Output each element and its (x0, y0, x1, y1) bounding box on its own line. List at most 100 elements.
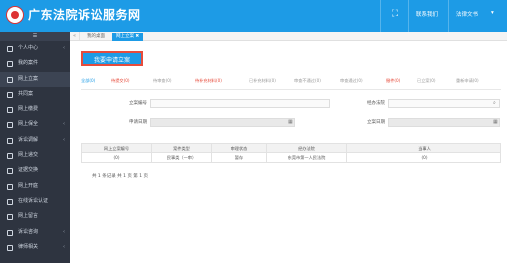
tab-online-filing[interactable]: 网上立案 ✖ (112, 33, 144, 41)
divider (81, 89, 501, 90)
court-logo-icon (6, 6, 24, 24)
menu-item-icon (7, 168, 13, 175)
sidebar-toggle[interactable]: ☰ (0, 32, 70, 41)
header-divider (448, 0, 449, 32)
chevron-icon: ‹ (63, 136, 65, 143)
sidebar-item-label: 网上立案 (18, 75, 39, 82)
calendar-icon[interactable]: ▦ (493, 118, 498, 127)
court-label: 经办法院 (367, 101, 385, 106)
submit-date-input[interactable] (388, 118, 500, 127)
sidebar-item[interactable]: 网上保全 ‹ (0, 117, 70, 132)
case-no-label: 立案编号 (129, 101, 147, 106)
sidebar: ☰ 个人中心 ‹ 我的案件网上立案共同案网上缴费网上保全 ‹ 诉讼调解 ‹ 网上递交证据交换… (0, 32, 70, 263)
status-filter-tab[interactable]: 已立案(0) (417, 76, 436, 86)
sidebar-item[interactable]: 网上缴费 (0, 102, 70, 117)
tab-scroll-left-icon[interactable]: « (70, 32, 80, 41)
legal-docs-link[interactable]: 法律文书 (456, 10, 478, 18)
sidebar-item-label: 我的案件 (18, 60, 39, 67)
chevron-icon: ‹ (63, 45, 65, 51)
status-filter-tab[interactable]: 待补充材料(0) (195, 76, 222, 86)
sidebar-item-label: 个人中心 (18, 45, 39, 51)
table-cell: (0) (421, 155, 428, 160)
sidebar-item[interactable]: 共同案 (0, 87, 70, 102)
table-cell: 民事类（一审） (152, 153, 212, 162)
column-header: 经办法院 (267, 144, 347, 152)
status-filter-tab[interactable]: 全部(0) (81, 76, 95, 86)
menu-item-icon (7, 107, 13, 114)
sidebar-item[interactable]: 个人中心 ‹ (0, 41, 70, 56)
header-divider (380, 0, 381, 32)
table-row[interactable]: (0) 民事类（一审） 暂存 东莞市第一人民法院 (0) (81, 153, 501, 163)
main-content: 我要申请立案 全部(0) 待提交(0) 待审查(0) 待补充材料(0) 已补充材料(0)… (70, 41, 507, 263)
table-header: 网上立案编号 案件类型 审理状态 经办法院 当事人 (81, 143, 501, 153)
court-input[interactable] (388, 99, 500, 108)
pagination-info: 共 1 条记录 共 1 页 第 1 页 (92, 174, 149, 179)
sidebar-item-label: 共同案 (18, 90, 34, 97)
sidebar-item-label: 证据交换 (18, 167, 39, 174)
menu-item-icon (7, 183, 13, 190)
chevron-icon: ‹ (63, 243, 65, 250)
chevron-icon: ‹ (63, 121, 65, 128)
status-filter-tab[interactable]: 重新申请(0) (456, 76, 479, 86)
app-header: 广东法院诉讼服务网 ⛶ 联系我们 法律文书 ▾ (0, 0, 507, 32)
column-header: 网上立案编号 (82, 144, 152, 152)
search-icon[interactable]: ⌕ (493, 99, 496, 108)
menu-item-icon (7, 198, 13, 205)
sidebar-item-label: 在线诉讼认证 (18, 197, 49, 204)
menu-item-icon (7, 76, 13, 83)
sidebar-item-label: 网上缴费 (18, 106, 39, 113)
apply-filing-button[interactable]: 我要申请立案 (81, 51, 143, 66)
tab-bar: « 我的桌面 网上立案 ✖ (70, 32, 507, 41)
sidebar-item[interactable]: 网上递交 (0, 148, 70, 163)
sidebar-item[interactable]: 我的案件 (0, 56, 70, 71)
sidebar-item[interactable]: 网上开庭 (0, 179, 70, 194)
sidebar-item-label: 网上保全 (18, 121, 39, 128)
app-title: 广东法院诉讼服务网 (28, 8, 141, 22)
sidebar-item[interactable]: 证据交换 (0, 163, 70, 178)
menu-item-icon (7, 137, 13, 144)
column-header: 审理状态 (212, 144, 267, 152)
column-header: 当事人 (418, 146, 431, 151)
dropdown-icon[interactable]: ▾ (491, 10, 494, 16)
menu-item-icon (7, 122, 13, 129)
sidebar-item[interactable]: 诉讼调解 ‹ (0, 133, 70, 148)
sidebar-item-label: 网上开庭 (18, 182, 39, 189)
sidebar-item-label: 网上留言 (18, 213, 39, 220)
fullscreen-icon[interactable]: ⛶ (389, 8, 401, 20)
menu-item-icon (7, 91, 13, 98)
submit-date-label: 立案日期 (367, 120, 385, 125)
tab-desktop[interactable]: 我的桌面 (83, 33, 109, 41)
table-cell: (0) (82, 153, 152, 162)
sidebar-item[interactable]: 诉讼咨询 ‹ (0, 225, 70, 240)
status-filter-tab[interactable]: 待审查(0) (153, 76, 172, 86)
apply-date-input[interactable] (150, 118, 295, 127)
table-cell: 东莞市第一人民法院 (267, 153, 347, 162)
status-filter-tab[interactable]: 待提交(0) (111, 76, 130, 86)
sidebar-item-label: 律师相关 (18, 243, 39, 250)
menu-item-icon (7, 229, 13, 236)
menu-item-icon (7, 61, 13, 68)
status-filter-tab[interactable]: 已补充材料(0) (249, 76, 276, 86)
status-filter-tab[interactable]: 审查通过(0) (340, 76, 363, 86)
status-filter-bar: 全部(0) 待提交(0) 待审查(0) 待补充材料(0) 已补充材料(0) 审查不通过(0… (81, 76, 501, 86)
sidebar-item[interactable]: 律师相关 ‹ (0, 240, 70, 255)
sidebar-item[interactable]: 网上立案 (0, 71, 70, 87)
menu-item-icon (7, 214, 13, 221)
case-no-input[interactable] (150, 99, 330, 108)
contact-us-link[interactable]: 联系我们 (416, 10, 438, 18)
menu-item-icon (7, 46, 13, 52)
sidebar-item-label: 网上递交 (18, 152, 39, 159)
calendar-icon[interactable]: ▦ (288, 118, 293, 127)
sidebar-item-label: 诉讼调解 (18, 136, 39, 143)
table-cell: 暂存 (212, 153, 267, 162)
sidebar-item[interactable]: 网上留言 (0, 209, 70, 224)
sidebar-item[interactable]: 在线诉讼认证 (0, 194, 70, 209)
status-filter-tab[interactable]: 撤件(0) (386, 76, 400, 86)
menu-item-icon (7, 244, 13, 251)
header-divider (408, 0, 409, 32)
menu-item-icon (7, 153, 13, 160)
column-header: 案件类型 (152, 144, 212, 152)
sidebar-item-label: 诉讼咨询 (18, 228, 39, 235)
apply-date-label: 申请日期 (129, 120, 147, 125)
status-filter-tab[interactable]: 审查不通过(0) (294, 76, 321, 86)
